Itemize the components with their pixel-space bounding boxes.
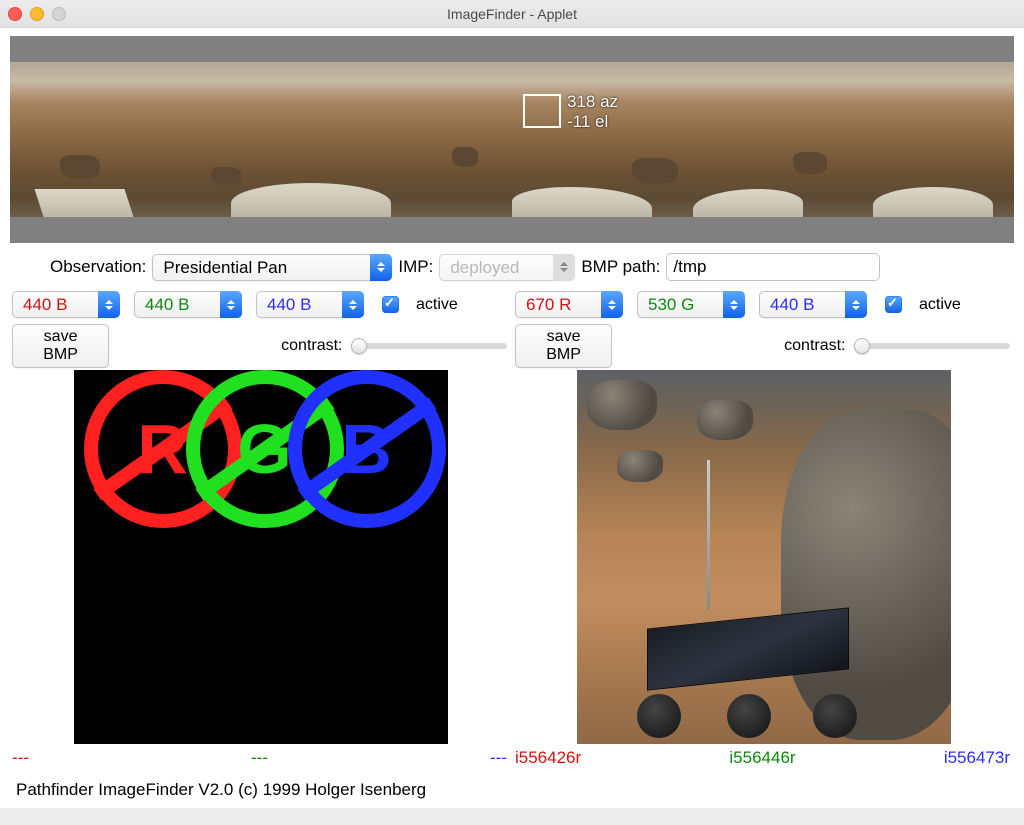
right-panel: 670 R 530 G 440 B active save BMP contra… bbox=[515, 291, 1012, 768]
right-contrast-row: save BMP contrast: bbox=[515, 324, 1012, 368]
terrain-decoration bbox=[793, 152, 827, 174]
app-window: ImageFinder - Applet 318 az -11 el bbox=[0, 0, 1024, 825]
image-decoration bbox=[697, 400, 753, 440]
right-filter-b[interactable]: 440 B bbox=[759, 291, 867, 318]
rover-icon bbox=[637, 608, 867, 738]
window-controls bbox=[8, 7, 66, 21]
left-image-labels: --- --- --- bbox=[12, 744, 509, 768]
observation-select-wrap: Presidential Pan bbox=[152, 254, 392, 281]
terrain-decoration bbox=[35, 189, 136, 217]
right-contrast-label: contrast: bbox=[784, 337, 845, 355]
observation-label: Observation: bbox=[50, 257, 146, 277]
right-filter-g[interactable]: 530 G bbox=[637, 291, 745, 318]
observation-controls: Observation: Presidential Pan IMP: deplo… bbox=[10, 243, 1014, 289]
terrain-decoration bbox=[60, 155, 100, 179]
left-filter-row: 440 B 440 B 440 B active bbox=[12, 291, 509, 318]
terrain-decoration bbox=[632, 158, 678, 184]
left-label-b: --- bbox=[490, 748, 507, 768]
panorama-frame: 318 az -11 el bbox=[10, 36, 1014, 243]
image-decoration bbox=[707, 460, 710, 610]
left-active-label: active bbox=[416, 296, 458, 314]
image-decoration bbox=[617, 450, 663, 482]
image-panels: 440 B 440 B 440 B active save BMP contra… bbox=[10, 289, 1014, 768]
panorama-readout: 318 az -11 el bbox=[567, 92, 618, 132]
bmp-path-input[interactable] bbox=[666, 253, 880, 281]
terrain-decoration bbox=[873, 187, 993, 217]
image-decoration bbox=[587, 380, 657, 430]
minimize-icon[interactable] bbox=[30, 7, 44, 21]
footer-text: Pathfinder ImageFinder V2.0 (c) 1999 Hol… bbox=[10, 768, 1014, 808]
zoom-icon[interactable] bbox=[52, 7, 66, 21]
left-contrast-row: save BMP contrast: bbox=[12, 324, 509, 368]
b-placeholder-icon: B bbox=[288, 370, 446, 528]
terrain-decoration bbox=[452, 147, 478, 167]
imp-label: IMP: bbox=[398, 257, 433, 277]
elevation-readout: -11 el bbox=[567, 112, 618, 132]
terrain-decoration bbox=[211, 167, 241, 185]
right-image-view[interactable] bbox=[577, 370, 951, 744]
right-save-bmp-button[interactable]: save BMP bbox=[515, 324, 612, 368]
right-label-r: i556426r bbox=[515, 748, 581, 768]
left-contrast-label: contrast: bbox=[281, 337, 342, 355]
terrain-decoration bbox=[231, 183, 391, 217]
azimuth-readout: 318 az bbox=[567, 92, 618, 112]
no-image-placeholder: R G B bbox=[74, 370, 448, 550]
right-contrast-slider[interactable] bbox=[854, 343, 1011, 349]
observation-select[interactable]: Presidential Pan bbox=[152, 254, 392, 281]
left-save-bmp-button[interactable]: save BMP bbox=[12, 324, 109, 368]
close-icon[interactable] bbox=[8, 7, 22, 21]
panorama-selection-box[interactable] bbox=[523, 94, 561, 128]
mars-image bbox=[577, 370, 951, 744]
right-active-label: active bbox=[919, 296, 961, 314]
content-area: 318 az -11 el Observation: Presidential … bbox=[0, 28, 1024, 808]
terrain-decoration bbox=[693, 189, 803, 217]
right-active-checkbox[interactable] bbox=[885, 296, 902, 313]
left-filter-r[interactable]: 440 B bbox=[12, 291, 120, 318]
window-title: ImageFinder - Applet bbox=[0, 6, 1024, 22]
left-active-checkbox[interactable] bbox=[382, 296, 399, 313]
left-panel: 440 B 440 B 440 B active save BMP contra… bbox=[12, 291, 509, 768]
panorama-image[interactable]: 318 az -11 el bbox=[10, 62, 1014, 217]
right-filter-row: 670 R 530 G 440 B active bbox=[515, 291, 1012, 318]
left-label-r: --- bbox=[12, 748, 29, 768]
terrain-decoration bbox=[512, 187, 652, 217]
left-image-view[interactable]: R G B bbox=[74, 370, 448, 744]
bmp-path-label: BMP path: bbox=[581, 257, 660, 277]
left-filter-b[interactable]: 440 B bbox=[256, 291, 364, 318]
right-image-labels: i556426r i556446r i556473r bbox=[515, 744, 1012, 768]
imp-select-wrap: deployed bbox=[439, 254, 575, 281]
left-filter-g[interactable]: 440 B bbox=[134, 291, 242, 318]
titlebar[interactable]: ImageFinder - Applet bbox=[0, 0, 1024, 28]
imp-select: deployed bbox=[439, 254, 575, 281]
right-filter-r[interactable]: 670 R bbox=[515, 291, 623, 318]
left-contrast-slider[interactable] bbox=[351, 343, 508, 349]
right-label-b: i556473r bbox=[944, 748, 1010, 768]
left-label-g: --- bbox=[251, 748, 268, 768]
right-label-g: i556446r bbox=[729, 748, 795, 768]
